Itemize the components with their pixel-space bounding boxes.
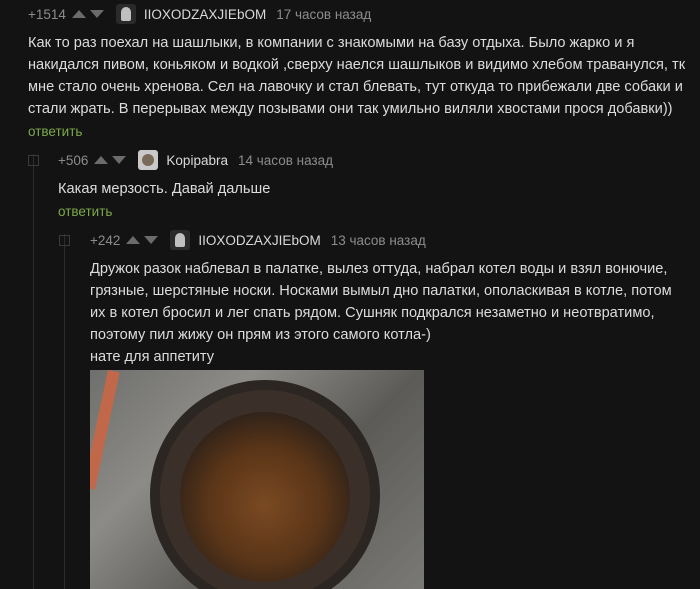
avatar[interactable] <box>138 150 159 170</box>
text-line: нате для аппетиту <box>90 349 215 365</box>
author-name[interactable]: IIOXODZAXJIEbOM <box>198 233 320 248</box>
downvote-icon[interactable] <box>144 236 159 244</box>
avatar[interactable] <box>115 4 136 24</box>
comment-image[interactable] <box>90 370 424 589</box>
reply-link[interactable]: ответить <box>58 204 700 219</box>
comment-text: Какая мерзость. Давай дальше <box>58 178 700 200</box>
timestamp[interactable]: 14 часов назад <box>238 153 333 168</box>
text-line: поэтому пил жижу он прям из этого самого… <box>90 327 431 343</box>
text-line: Какая мерзость. Давай дальше <box>58 181 271 197</box>
text-line: грязные, шерстяные носки. Носками вымыл … <box>90 283 672 299</box>
timestamp[interactable]: 17 часов назад <box>276 7 371 22</box>
downvote-icon[interactable] <box>112 156 127 164</box>
rating: +1514 <box>28 6 66 22</box>
avatar[interactable] <box>170 230 191 250</box>
pipe-shape <box>90 370 120 490</box>
text-line: накидался пивом, коньяком и водкой ,свер… <box>28 57 686 73</box>
reply-link[interactable]: ответить <box>28 124 700 139</box>
comment: +1514 IIOXODZAXJIEbOM 17 часов назад Как… <box>28 0 700 139</box>
text-line: стали жрать. В перерывах между позывами … <box>28 101 673 117</box>
text-line: Как то раз поехал на шашлыки, в компании… <box>28 35 635 51</box>
comment-header: +506 Kopipabra 14 часов назад <box>58 146 700 174</box>
comment-text: Дружок разок наблевал в палатке, вылез о… <box>90 258 700 368</box>
downvote-icon[interactable] <box>89 10 104 18</box>
comment-text: Как то раз поехал на шашлыки, в компании… <box>28 32 700 120</box>
comment: +506 Kopipabra 14 часов назад Какая мерз… <box>58 146 700 219</box>
collapse-button[interactable] <box>59 235 70 246</box>
upvote-icon[interactable] <box>94 156 109 164</box>
rating: +242 <box>90 232 121 248</box>
text-line: Дружок разок наблевал в палатке, вылез о… <box>90 261 668 277</box>
comment: +242 IIOXODZAXJIEbOM 13 часов назад Друж… <box>90 226 700 368</box>
upvote-icon[interactable] <box>71 10 86 18</box>
collapse-button[interactable] <box>28 155 39 166</box>
rating: +506 <box>58 152 89 168</box>
liquid-shape <box>180 412 350 582</box>
author-name[interactable]: IIOXODZAXJIEbOM <box>144 7 266 22</box>
thread-line <box>33 154 34 589</box>
text-line: мне стало очень хренова. Сел на лавочку … <box>28 79 683 95</box>
comment-header: +1514 IIOXODZAXJIEbOM 17 часов назад <box>28 0 700 28</box>
timestamp[interactable]: 13 часов назад <box>331 233 426 248</box>
thread-line <box>64 234 65 589</box>
upvote-icon[interactable] <box>126 236 141 244</box>
author-name[interactable]: Kopipabra <box>166 153 228 168</box>
comment-header: +242 IIOXODZAXJIEbOM 13 часов назад <box>90 226 700 254</box>
text-line: их в котел бросил и лег спать рядом. Суш… <box>90 305 655 321</box>
